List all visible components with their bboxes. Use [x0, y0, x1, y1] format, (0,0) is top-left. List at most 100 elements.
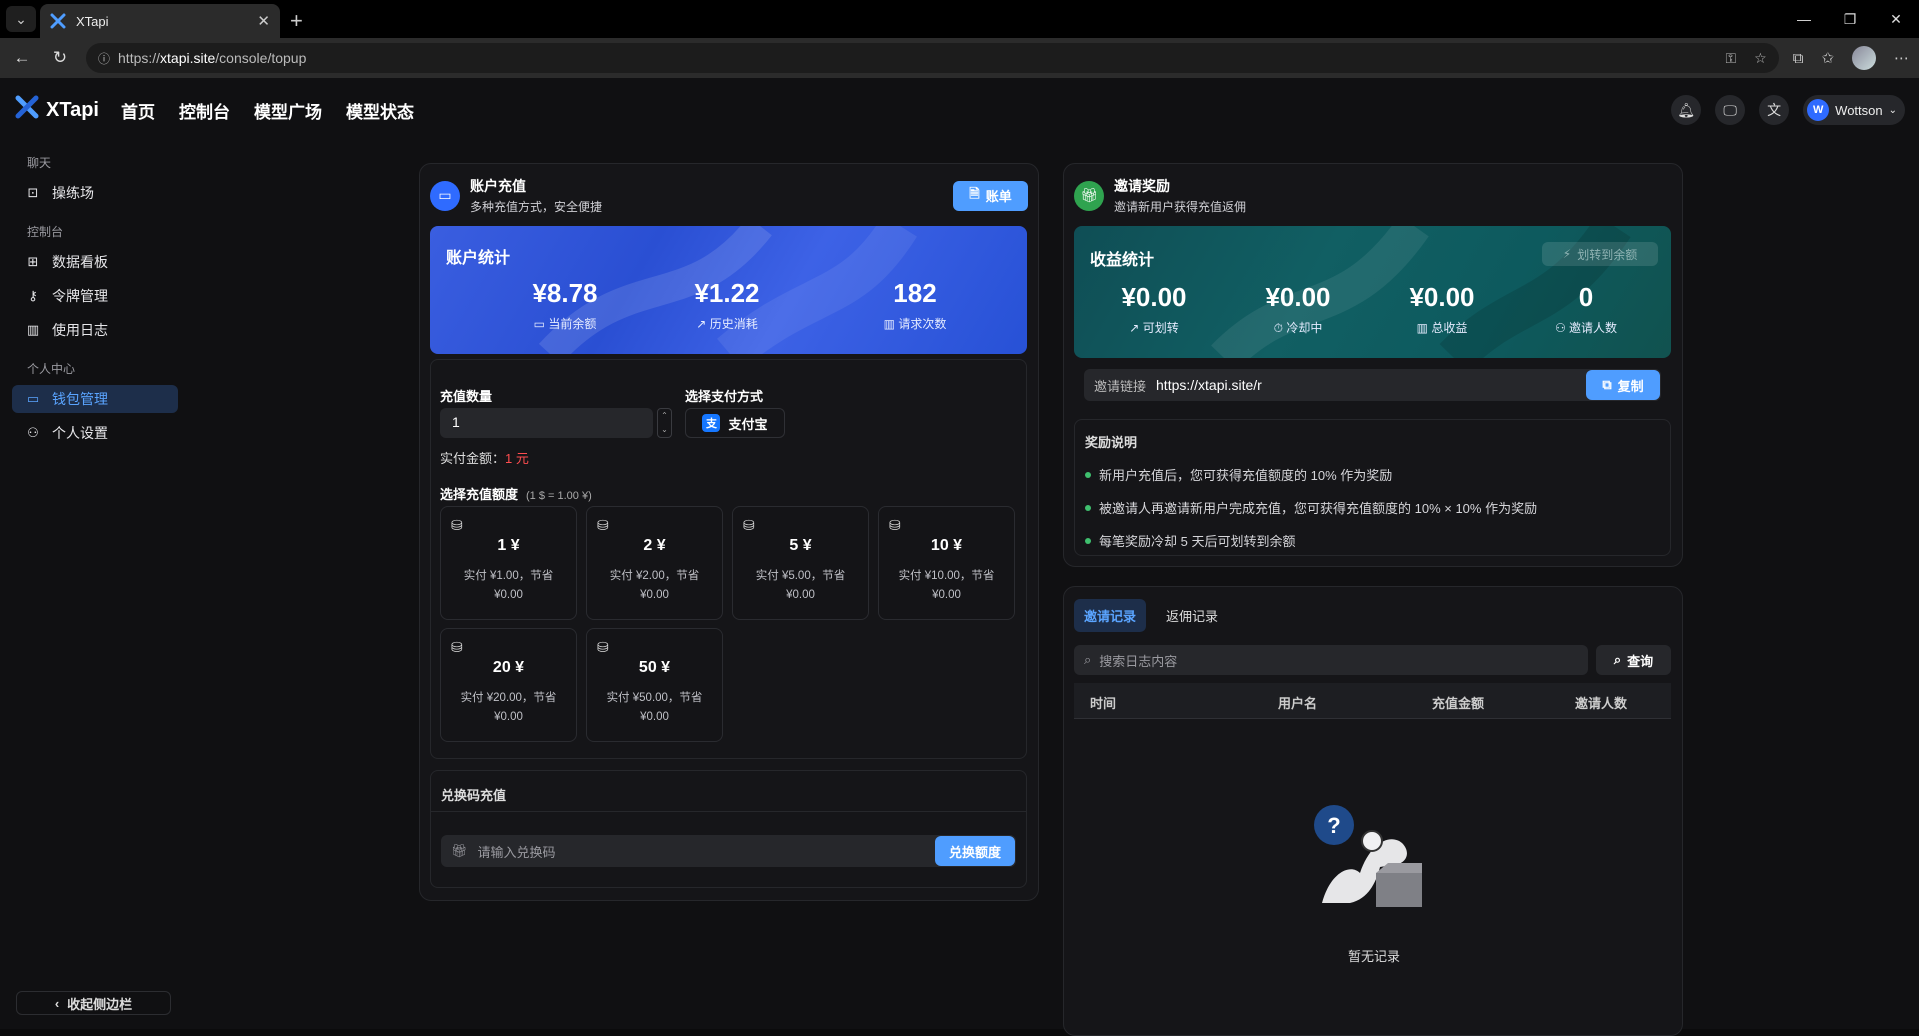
amount-section-title: 选择充值额度 (1 $ = 1.00 ¥) [440, 484, 592, 503]
invite-subtitle: 邀请新用户获得充值返佣 [1114, 200, 1247, 214]
close-icon[interactable]: ✕ [257, 12, 270, 30]
amount-option[interactable]: ⛁ 50 ¥ 实付 ¥50.00，节省 ¥0.00 [586, 628, 723, 742]
star-icon[interactable]: ☆ [1754, 50, 1767, 67]
extensions-icon[interactable]: ⧉ [1793, 50, 1804, 67]
alipay-button[interactable]: 支 支付宝 [685, 408, 785, 438]
records-search-input[interactable]: ⌕ 搜索日志内容 [1074, 645, 1588, 675]
search-icon: ⌕ [1084, 652, 1092, 667]
bar-chart-icon: ▥ [1416, 321, 1428, 335]
receipt-icon: 🗎 [969, 185, 980, 201]
redeem-button[interactable]: 兑换额度 [935, 836, 1015, 866]
translate-icon[interactable]: 文 [1759, 95, 1790, 125]
invite-link-label: 邀请链接 [1094, 378, 1147, 394]
coins-icon: ⛁ [451, 639, 463, 655]
site-info-icon[interactable]: ⓘ [98, 50, 110, 67]
stat-value: 0 [1578, 282, 1594, 312]
column-username: 用户名 [1278, 696, 1318, 711]
invite-link-row: 邀请链接 https://xtapi.site/r ⧉ 复制 [1084, 369, 1661, 401]
quantity-input[interactable]: 1 [440, 408, 653, 438]
sidebar-item-label: 数据看板 [52, 254, 108, 270]
user-menu[interactable]: W Wottson ⌄ [1803, 95, 1905, 125]
back-icon[interactable]: ← [10, 48, 34, 68]
amount-value: 2 ¥ [643, 537, 666, 554]
tab-rebate-records[interactable]: 返佣记录 [1156, 599, 1228, 632]
bell-icon[interactable]: 🔔︎ [1671, 95, 1702, 125]
stat-value: ¥8.78 [532, 278, 598, 308]
bar-chart-icon: ▥ [883, 317, 895, 331]
rule-text: 新用户充值后，您可获得充值额度的 10% 作为奖励 [1099, 468, 1393, 483]
nav-console[interactable]: 控制台 [179, 98, 230, 123]
url-field[interactable]: ⓘ https://xtapi.site/console/topup ⚿ ☆ [86, 43, 1779, 73]
new-tab-icon[interactable]: + [290, 8, 303, 34]
bullet-dot [1085, 471, 1091, 478]
gift-icon: 🎁︎ [1074, 180, 1104, 211]
quantity-stepper[interactable]: ⌃ ⌄ [657, 408, 672, 438]
tab-invite-records[interactable]: 邀请记录 [1074, 599, 1147, 632]
brand-name: XTapi [46, 98, 99, 121]
wallet-icon: ▭ [26, 391, 40, 406]
tab-list-button[interactable]: ⌄ [6, 6, 36, 32]
invite-link-value[interactable]: https://xtapi.site/r [1156, 377, 1284, 393]
transfer-button[interactable]: ⚡︎ 划转到余额 [1542, 242, 1658, 266]
monitor-icon[interactable]: 🖵 [1715, 95, 1746, 125]
stat-consumption: ¥1.22 ↗ 历史消耗 [642, 278, 812, 332]
amount-option[interactable]: ⛁ 2 ¥ 实付 ¥2.00，节省 ¥0.00 [586, 506, 723, 620]
rule-item: 新用户充值后，您可获得充值额度的 10% 作为奖励 [1085, 465, 1660, 484]
amount-desc: 实付 ¥1.00，节省 ¥0.00 [463, 570, 554, 601]
sidebar-item-dashboard[interactable]: ⊞ 数据看板 [12, 248, 178, 276]
search-placeholder: 搜索日志内容 [1099, 653, 1178, 669]
sidebar-item-tokens[interactable]: ⚷ 令牌管理 [12, 282, 178, 310]
grid-icon: ⊞ [27, 254, 39, 269]
sidebar-item-playground[interactable]: ⊡ 操练场 [12, 179, 178, 207]
amount-option[interactable]: ⛁ 10 ¥ 实付 ¥10.00，节省 ¥0.00 [878, 506, 1015, 620]
redeem-input[interactable]: 🎁︎ 请输入兑换码 [441, 835, 1016, 867]
stat-label: 总收益 [1431, 321, 1468, 335]
profile-avatar[interactable] [1852, 46, 1876, 70]
records-search-button[interactable]: ⌕ 查询 [1596, 645, 1671, 675]
rule-text: 每笔奖励冷却 5 天后可划转到余额 [1099, 534, 1296, 549]
amount-option[interactable]: ⛁ 1 ¥ 实付 ¥1.00，节省 ¥0.00 [440, 506, 577, 620]
sidebar-item-settings[interactable]: ⚇ 个人设置 [12, 419, 178, 447]
key-icon[interactable]: ⚿ [1725, 50, 1736, 67]
amount-option[interactable]: ⛁ 20 ¥ 实付 ¥20.00，节省 ¥0.00 [440, 628, 577, 742]
coins-icon: ⛁ [597, 639, 609, 655]
collapse-sidebar-button[interactable]: ‹ 收起侧边栏 [16, 991, 171, 1015]
amount-desc: 实付 ¥10.00，节省 ¥0.00 [898, 570, 995, 601]
browser-tab[interactable]: XTapi ✕ [40, 4, 280, 38]
reload-icon[interactable]: ↻ [48, 48, 72, 68]
stat-cooling: ¥0.00 ⏱︎ 冷却中 [1228, 282, 1368, 336]
amount-value: 50 ¥ [638, 659, 671, 676]
earnings-banner: 收益统计 ⚡︎ 划转到余额 ¥0.00 ↗ 可划转 ¥0.00 ⏱︎ 冷却中 ¥0… [1074, 226, 1671, 358]
chart-icon: ▥ [26, 322, 40, 337]
nav-model-status[interactable]: 模型状态 [346, 98, 414, 123]
sidebar-item-logs[interactable]: ▥ 使用日志 [12, 316, 178, 344]
sidebar-group-console: 控制台 [27, 225, 64, 239]
window-close-icon[interactable]: ✕ [1873, 0, 1919, 38]
brand[interactable]: XTapi [14, 94, 99, 126]
amount-option[interactable]: ⛁ 5 ¥ 实付 ¥5.00，节省 ¥0.00 [732, 506, 869, 620]
amount-value: 20 ¥ [492, 659, 525, 676]
sidebar-item-label: 使用日志 [52, 322, 108, 338]
stat-label: 请求次数 [898, 317, 947, 331]
bullet-dot [1085, 537, 1091, 544]
nav-model-plaza[interactable]: 模型广场 [254, 98, 322, 123]
xtapi-favicon-icon [50, 13, 66, 29]
amount-desc: 实付 ¥5.00，节省 ¥0.00 [755, 570, 846, 601]
nav-home[interactable]: 首页 [121, 98, 155, 123]
bill-button[interactable]: 🗎 账单 [953, 180, 1028, 211]
amount-desc: 实付 ¥20.00，节省 ¥0.00 [460, 692, 557, 723]
records-card: 邀请记录 返佣记录 ⌕ 搜索日志内容 ⌕ 查询 时间 用户名 充值金额 邀请人数 ?… [1063, 586, 1683, 1036]
stat-value: ¥0.00 [1265, 282, 1331, 312]
favorites-icon[interactable]: ✩ [1821, 49, 1834, 67]
empty-illustration: ? [1310, 803, 1430, 913]
alipay-icon: 支 [702, 414, 721, 432]
amount-value: 10 ¥ [930, 537, 963, 554]
copy-button[interactable]: ⧉ 复制 [1586, 370, 1660, 400]
restore-icon[interactable]: ❐ [1827, 0, 1873, 38]
trend-up-icon: ↗ [1129, 321, 1140, 335]
minimize-icon[interactable]: — [1781, 0, 1827, 38]
quantity-label: 充值数量 [440, 389, 493, 404]
coins-icon: ⛁ [743, 517, 755, 533]
sidebar-item-wallet[interactable]: ▭ 钱包管理 [12, 385, 178, 413]
more-icon[interactable]: ⋯ [1894, 49, 1909, 67]
